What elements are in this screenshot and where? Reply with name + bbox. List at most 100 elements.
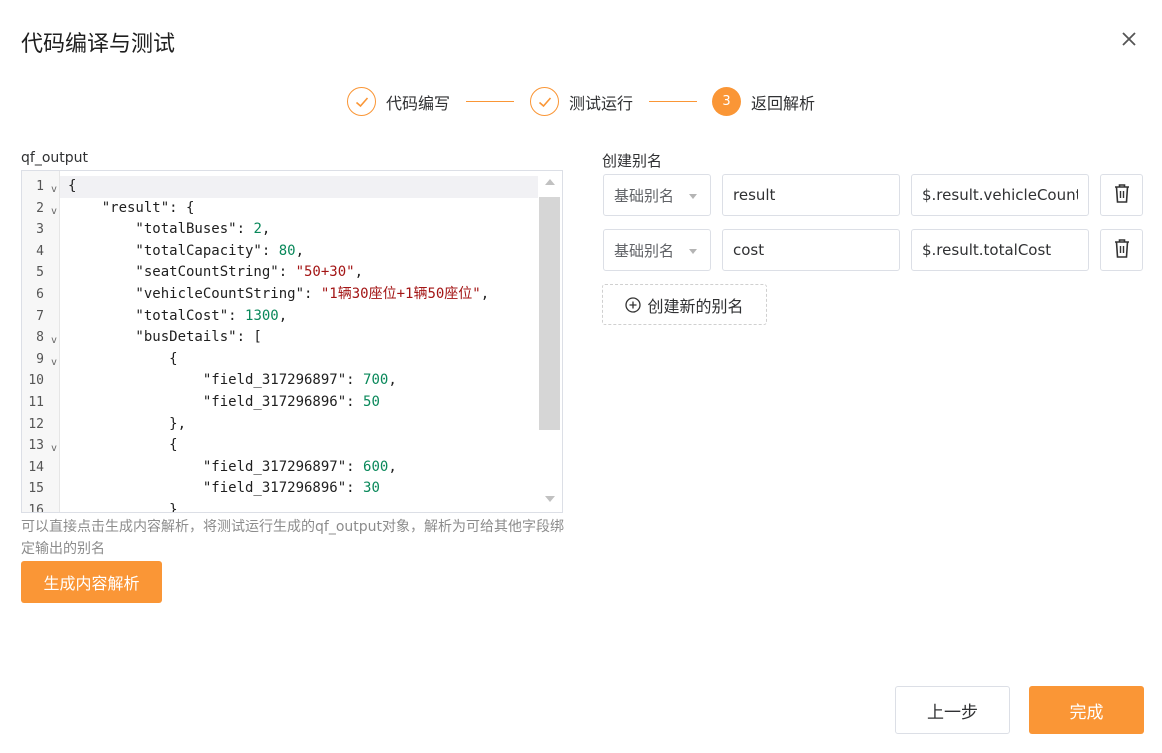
- code-token: {: [68, 437, 178, 454]
- code-line[interactable]: "vehicleCountString": "1辆30座位+1辆50座位",: [60, 284, 538, 306]
- alias-type-select[interactable]: 基础别名: [603, 229, 711, 271]
- delete-alias-button[interactable]: [1100, 229, 1143, 271]
- code-line[interactable]: },: [60, 414, 538, 436]
- previous-step-button[interactable]: 上一步: [895, 686, 1010, 734]
- code-line-text: "field_317296897": 600,: [68, 457, 397, 479]
- code-line[interactable]: "result": {: [60, 198, 538, 220]
- editor-label: qf_output: [21, 150, 88, 166]
- code-line[interactable]: "totalBuses": 2,: [60, 219, 538, 241]
- code-line-text: "result": {: [68, 198, 195, 220]
- scroll-up-arrow-icon[interactable]: [545, 179, 555, 185]
- code-line-text: "field_317296896": 50: [68, 392, 380, 414]
- code-token: "totalCost":: [68, 307, 246, 324]
- step-code-write: 代码编写: [347, 87, 450, 116]
- code-token: "totalBuses":: [68, 221, 254, 238]
- code-token: }: [68, 502, 178, 513]
- code-token: 700: [363, 372, 389, 389]
- alias-path-input[interactable]: [911, 229, 1089, 271]
- code-token: "field_317296896":: [68, 394, 364, 410]
- code-line[interactable]: "totalCapacity": 80,: [60, 241, 538, 263]
- code-line-text: "totalCost": 1300,: [68, 306, 287, 328]
- close-icon[interactable]: [1118, 28, 1140, 50]
- alias-path-input[interactable]: [911, 174, 1089, 216]
- code-line[interactable]: "field_317296896": 30: [60, 478, 538, 500]
- line-number: 8v: [22, 327, 60, 349]
- code-line[interactable]: "seatCountString": "50+30",: [60, 262, 538, 284]
- scroll-thumb[interactable]: [539, 197, 560, 430]
- line-number: 15: [22, 478, 60, 500]
- code-line[interactable]: "totalCost": 1300,: [60, 306, 538, 328]
- code-token: ,: [261, 221, 271, 238]
- code-line[interactable]: "field_317296896": 50: [60, 392, 538, 414]
- line-number-text: 3: [36, 222, 44, 238]
- code-line-text: }: [68, 500, 178, 513]
- generate-parse-button[interactable]: 生成内容解析: [21, 561, 162, 603]
- code-line-text: "totalCapacity": 80,: [68, 241, 304, 263]
- code-line[interactable]: {: [60, 176, 538, 198]
- code-token: 50: [363, 394, 380, 410]
- line-number-text: 11: [28, 395, 44, 410]
- add-alias-button[interactable]: 创建新的别名: [602, 284, 767, 325]
- trash-icon: [1113, 237, 1131, 263]
- code-line[interactable]: "field_317296897": 600,: [60, 457, 538, 479]
- plus-circle-icon: [625, 296, 642, 313]
- line-number-text: 15: [28, 481, 44, 497]
- code-line-text: {: [68, 176, 76, 198]
- code-token: 1300: [245, 307, 279, 324]
- line-number: 1v: [22, 176, 60, 198]
- code-token: 600: [363, 458, 389, 475]
- code-line[interactable]: {: [60, 349, 538, 371]
- line-number: 2v: [22, 198, 60, 220]
- code-token: ,: [388, 458, 397, 475]
- line-number-text: 14: [28, 459, 44, 475]
- line-number-text: 16: [28, 503, 44, 513]
- code-line[interactable]: {: [60, 435, 538, 457]
- finish-button[interactable]: 完成: [1029, 686, 1144, 734]
- delete-alias-button[interactable]: [1100, 174, 1143, 216]
- alias-section-label: 创建别名: [602, 152, 663, 170]
- line-number: 16: [22, 500, 60, 513]
- check-icon: [347, 87, 376, 116]
- line-number: 5: [22, 262, 60, 284]
- code-token: "field_317296897":: [68, 372, 364, 389]
- step-number-badge: 3: [712, 87, 741, 116]
- alias-type-value: 基础别名: [614, 241, 675, 260]
- code-token: ,: [480, 286, 490, 302]
- code-token: ,: [278, 307, 288, 324]
- code-line[interactable]: "busDetails": [: [60, 327, 538, 349]
- code-line[interactable]: }: [60, 500, 538, 513]
- add-alias-label: 创建新的别名: [647, 296, 744, 316]
- alias-type-select[interactable]: 基础别名: [603, 174, 711, 216]
- step-connector: [466, 101, 514, 102]
- line-number-text: 8: [36, 330, 44, 346]
- alias-name-input[interactable]: [722, 229, 900, 271]
- line-number: 7: [22, 306, 60, 328]
- code-content[interactable]: { "result": { "totalBuses": 2, "totalCap…: [60, 171, 538, 512]
- code-token: "field_317296896":: [68, 480, 364, 497]
- caret-down-icon: [689, 194, 697, 199]
- alias-name-input[interactable]: [722, 174, 900, 216]
- hint-text: 可以直接点击生成内容解析，将测试运行生成的qf_output对象，解析为可给其他…: [21, 519, 564, 557]
- line-number-text: 13: [28, 438, 44, 454]
- code-editor[interactable]: 1 v 2 v 3 4 5 6 7 8 v 9 v 10 11 12 13 v 14 15 16 { "result":…: [21, 170, 563, 513]
- code-token: {: [68, 350, 178, 367]
- line-number: 13 v: [22, 435, 60, 457]
- line-number: 10: [22, 370, 60, 392]
- code-token: "busDetails": [: [68, 329, 262, 346]
- scroll-down-arrow-icon[interactable]: [545, 496, 555, 502]
- step-connector: [649, 101, 697, 102]
- code-token: ,: [295, 242, 305, 259]
- code-line-text: {: [68, 349, 178, 371]
- code-token: 80: [278, 242, 296, 259]
- line-number: 11: [22, 392, 60, 414]
- caret-down-icon: [689, 249, 697, 254]
- code-line-text: "seatCountString": "50+30",: [68, 262, 363, 284]
- editor-scrollbar[interactable]: [538, 171, 562, 512]
- code-line[interactable]: "field_317296897": 700,: [60, 370, 538, 392]
- code-token: "field_317296897":: [68, 458, 364, 475]
- trash-icon: [1113, 182, 1131, 208]
- code-line-text: "vehicleCountString": "1辆30座位+1辆50座位",: [68, 284, 489, 306]
- code-token: "1辆30座位+1辆50座位": [320, 286, 481, 302]
- step-return-parse: 3 返回解析: [712, 87, 815, 116]
- step-test-run: 测试运行: [530, 87, 633, 116]
